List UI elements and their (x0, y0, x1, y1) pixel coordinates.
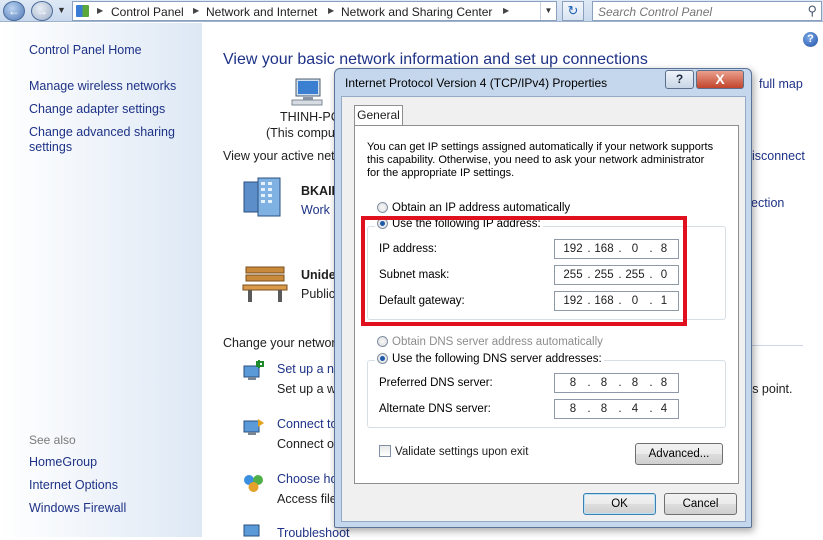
highlight-box (361, 216, 687, 326)
change-settings-heading: Change your network (223, 336, 342, 350)
octet[interactable]: 4 (652, 403, 676, 415)
work-network-icon (243, 177, 281, 217)
alternate-dns-label: Alternate DNS server: (379, 403, 491, 415)
validate-settings-label: Validate settings upon exit (395, 446, 529, 458)
obtain-dns-auto-radio[interactable]: Obtain DNS server address automatically (377, 336, 603, 348)
public-network-icon (242, 266, 288, 302)
connect-network-icon (243, 419, 264, 435)
octet[interactable]: 8 (592, 377, 616, 389)
windows-firewall-link[interactable]: Windows Firewall (29, 501, 126, 516)
obtain-ip-auto-radio[interactable]: Obtain an IP address automatically (377, 202, 570, 214)
recent-pages-chevron-icon[interactable]: ▼ (57, 5, 66, 15)
search-box[interactable]: ⚲ (592, 1, 822, 21)
refresh-button[interactable]: ↻ (562, 1, 584, 21)
dialog-title: Internet Protocol Version 4 (TCP/IPv4) P… (345, 76, 608, 90)
use-following-dns-label: Use the following DNS server addresses: (392, 353, 602, 365)
octet[interactable]: 8 (592, 403, 616, 415)
connection-link[interactable]: ection (751, 196, 784, 210)
breadcrumb-separator-icon[interactable]: ▶ (503, 6, 509, 15)
change-adapter-settings-link[interactable]: Change adapter settings (29, 102, 165, 117)
dialog-help-button[interactable]: ? (665, 70, 694, 89)
address-bar[interactable]: ▶ Control Panel ▶ Network and Internet ▶… (72, 1, 557, 21)
tasks-pane: Control Panel Home Manage wireless netwo… (0, 23, 202, 537)
forward-button[interactable]: → (31, 1, 53, 21)
radio-checked-icon[interactable] (377, 353, 388, 364)
page-title: View your basic network information and … (223, 51, 648, 68)
troubleshoot-icon (243, 524, 260, 537)
computer-caption: (This comput (266, 126, 339, 140)
octet[interactable]: 8 (652, 377, 676, 389)
octet[interactable]: 8 (561, 377, 585, 389)
address-dropdown-icon[interactable]: ▼ (540, 2, 556, 20)
octet[interactable]: 4 (623, 403, 647, 415)
dialog-close-button[interactable]: X (696, 70, 744, 89)
obtain-ip-auto-label: Obtain an IP address automatically (392, 202, 571, 214)
help-icon[interactable]: ? (803, 32, 818, 47)
preferred-dns-label: Preferred DNS server: (379, 377, 493, 389)
setup-connection-desc: Set up a wi (277, 382, 339, 396)
connect-network-desc: Connect or (277, 437, 339, 451)
breadcrumb-separator-icon[interactable]: ▶ (328, 6, 334, 15)
radio-unchecked-icon[interactable] (377, 202, 388, 213)
cancel-button[interactable]: Cancel (664, 493, 737, 515)
search-icon[interactable]: ⚲ (807, 3, 817, 19)
setup-connection-link[interactable]: Set up a ne (277, 362, 341, 376)
breadcrumb-control-panel[interactable]: Control Panel (111, 5, 184, 19)
advanced-button[interactable]: Advanced... (635, 443, 723, 465)
intro-text: You can get IP settings assigned automat… (367, 141, 714, 179)
breadcrumb-network-and-internet[interactable]: Network and Internet (206, 5, 317, 19)
breadcrumb-network-sharing-center[interactable]: Network and Sharing Center (341, 5, 492, 19)
address-toolbar: ← → ▼ ▶ Control Panel ▶ Network and Inte… (0, 0, 823, 22)
octet[interactable]: 8 (561, 403, 585, 415)
tab-general[interactable]: General (354, 105, 403, 126)
ok-button[interactable]: OK (583, 493, 656, 515)
connect-disconnect-link[interactable]: isconnect (752, 149, 805, 163)
divider (747, 345, 803, 346)
validate-settings-checkbox[interactable]: Validate settings upon exit (379, 445, 528, 458)
control-panel-icon (76, 5, 89, 17)
computer-name: THINH-PC (280, 110, 340, 124)
checkbox-icon[interactable] (379, 445, 391, 457)
connect-network-link[interactable]: Connect to (277, 417, 337, 431)
obtain-dns-auto-label: Obtain DNS server address automatically (392, 336, 603, 348)
preferred-dns-field[interactable]: 8. 8. 8. 8 (554, 373, 679, 393)
see-also-heading: See also (29, 433, 76, 447)
radio-unchecked-icon[interactable] (377, 336, 388, 347)
internet-options-link[interactable]: Internet Options (29, 478, 118, 493)
active-networks-heading: View your active netw (223, 149, 344, 163)
manage-wireless-networks-link[interactable]: Manage wireless networks (29, 79, 176, 94)
homegroup-icon (244, 475, 263, 492)
back-button[interactable]: ← (3, 1, 25, 21)
see-full-map-link[interactable]: full map (759, 77, 803, 91)
network-type-2: Public (301, 287, 336, 301)
computer-icon (291, 78, 323, 106)
alternate-dns-field[interactable]: 8. 8. 4. 4 (554, 399, 679, 419)
breadcrumb-separator-icon[interactable]: ▶ (97, 6, 103, 15)
breadcrumb-separator-icon[interactable]: ▶ (193, 6, 199, 15)
octet[interactable]: 8 (623, 377, 647, 389)
search-input[interactable] (598, 4, 798, 19)
homegroup-link[interactable]: HomeGroup (29, 455, 97, 470)
choose-homegroup-link[interactable]: Choose hor (277, 472, 342, 486)
use-following-dns-radio[interactable]: Use the following DNS server addresses: (375, 353, 604, 365)
setup-connection-icon (243, 360, 264, 380)
troubleshoot-link[interactable]: Troubleshoot (277, 526, 350, 540)
control-panel-home-link[interactable]: Control Panel Home (29, 43, 142, 58)
network-name-2: Unide (301, 268, 336, 282)
change-advanced-sharing-link[interactable]: Change advanced sharing settings (29, 125, 179, 155)
